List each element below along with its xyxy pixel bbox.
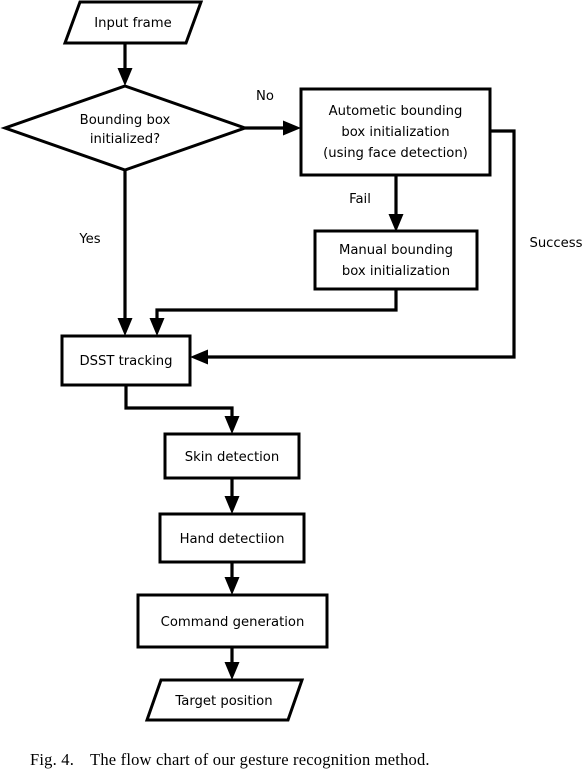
dsst-tracking-label: DSST tracking: [79, 354, 172, 369]
edge-label-no: No: [256, 89, 274, 104]
edge-hand-to-command-generation: [224, 562, 240, 595]
auto-init-label-line2: box initialization: [341, 125, 449, 140]
edge-label-success: Success: [529, 236, 582, 251]
arrowhead-icon: [224, 496, 240, 514]
edge-decision-no-to-auto-init: [245, 120, 301, 136]
edge-command-to-target-position: [224, 647, 240, 680]
node-command-generation[interactable]: Command generation: [136, 593, 329, 649]
node-input-frame[interactable]: Input frame: [62, 0, 204, 45]
flowchart-diagram: No Yes Fail Success Input frame Bounding…: [0, 0, 583, 722]
edge-manual-init-to-dsst: [149, 289, 398, 336]
edge-auto-init-fail-to-manual-init: [388, 175, 404, 232]
edge-label-fail: Fail: [349, 192, 371, 207]
bbox-initialized-label-line1: Bounding box: [80, 113, 171, 128]
edge-dsst-to-skin-detection: [124, 385, 240, 434]
node-bbox-initialized[interactable]: Bounding box initialized?: [0, 84, 250, 172]
bbox-initialized-label-line2: initialized?: [90, 132, 160, 147]
auto-init-label-line1: Autometic bounding: [329, 104, 463, 119]
figure-caption-text: The flow chart of our gesture recognitio…: [90, 749, 430, 769]
target-position-label: Target position: [174, 694, 272, 709]
node-dsst-tracking[interactable]: DSST tracking: [60, 334, 192, 387]
edge-input-to-decision: [117, 43, 133, 86]
manual-init-label-line1: Manual bounding: [339, 243, 453, 258]
arrowhead-icon: [190, 349, 208, 365]
edge-skin-to-hand-detection: [224, 478, 240, 514]
arrowhead-icon: [388, 214, 404, 232]
node-skin-detection[interactable]: Skin detection: [163, 432, 301, 480]
figure-caption-number: Fig. 4.: [30, 749, 75, 769]
node-target-position[interactable]: Target position: [144, 678, 305, 722]
hand-detection-label: Hand detectiion: [180, 532, 285, 547]
arrowhead-icon: [149, 318, 165, 336]
node-hand-detection[interactable]: Hand detectiion: [158, 512, 306, 564]
figure-root: No Yes Fail Success Input frame Bounding…: [0, 0, 588, 784]
command-generation-label: Command generation: [161, 615, 305, 630]
node-manual-init[interactable]: Manual bounding box initialization: [313, 229, 479, 291]
edge-decision-yes-to-dsst: [117, 170, 133, 336]
bbox-initialized-diamond[interactable]: [0, 84, 250, 172]
edge-label-yes: Yes: [78, 232, 100, 247]
arrowhead-icon: [224, 416, 240, 434]
node-auto-init[interactable]: Autometic bounding box initialization (u…: [299, 87, 492, 177]
arrowhead-icon: [283, 120, 301, 136]
manual-init-rect[interactable]: [313, 229, 479, 291]
arrowhead-icon: [224, 577, 240, 595]
manual-init-label-line2: box initialization: [342, 264, 450, 279]
input-frame-label: Input frame: [94, 16, 171, 31]
figure-caption: Fig. 4. The flow chart of our gesture re…: [0, 735, 588, 784]
arrowhead-icon: [117, 68, 133, 86]
arrowhead-icon: [224, 662, 240, 680]
skin-detection-label: Skin detection: [185, 450, 280, 465]
arrowhead-icon: [117, 318, 133, 336]
auto-init-label-line3: (using face detection): [323, 146, 468, 161]
